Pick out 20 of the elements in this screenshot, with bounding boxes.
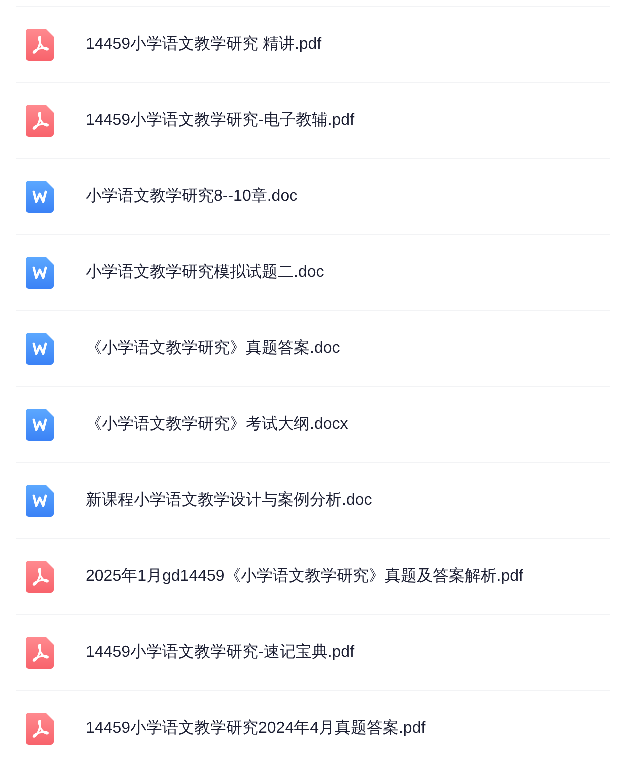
- file-name[interactable]: 2025年1月gd14459《小学语文教学研究》真题及答案解析.pdf: [86, 566, 524, 587]
- file-name[interactable]: 《小学语文教学研究》考试大纲.docx: [86, 414, 348, 435]
- file-name[interactable]: 14459小学语文教学研究 精讲.pdf: [86, 34, 322, 55]
- word-file-icon: [26, 484, 54, 516]
- word-file-icon: [26, 332, 54, 364]
- pdf-file-icon: [26, 560, 54, 592]
- file-name[interactable]: 14459小学语文教学研究2024年4月真题答案.pdf: [86, 718, 426, 739]
- pdf-file-icon: [26, 636, 54, 668]
- file-name[interactable]: 小学语文教学研究8--10章.doc: [86, 186, 298, 207]
- pdf-file-icon: [26, 712, 54, 744]
- word-file-icon: [26, 256, 54, 288]
- file-name[interactable]: 14459小学语文教学研究-速记宝典.pdf: [86, 642, 355, 663]
- word-file-icon: [26, 408, 54, 440]
- word-file-icon: [26, 180, 54, 212]
- pdf-file-icon: [26, 104, 54, 136]
- file-name[interactable]: 新课程小学语文教学设计与案例分析.doc: [86, 490, 372, 511]
- file-name[interactable]: 《小学语文教学研究》真题答案.doc: [86, 338, 340, 359]
- file-name[interactable]: 14459小学语文教学研究-电子教辅.pdf: [86, 110, 355, 131]
- pdf-file-icon: [26, 28, 54, 60]
- file-name[interactable]: 小学语文教学研究模拟试题二.doc: [86, 262, 324, 283]
